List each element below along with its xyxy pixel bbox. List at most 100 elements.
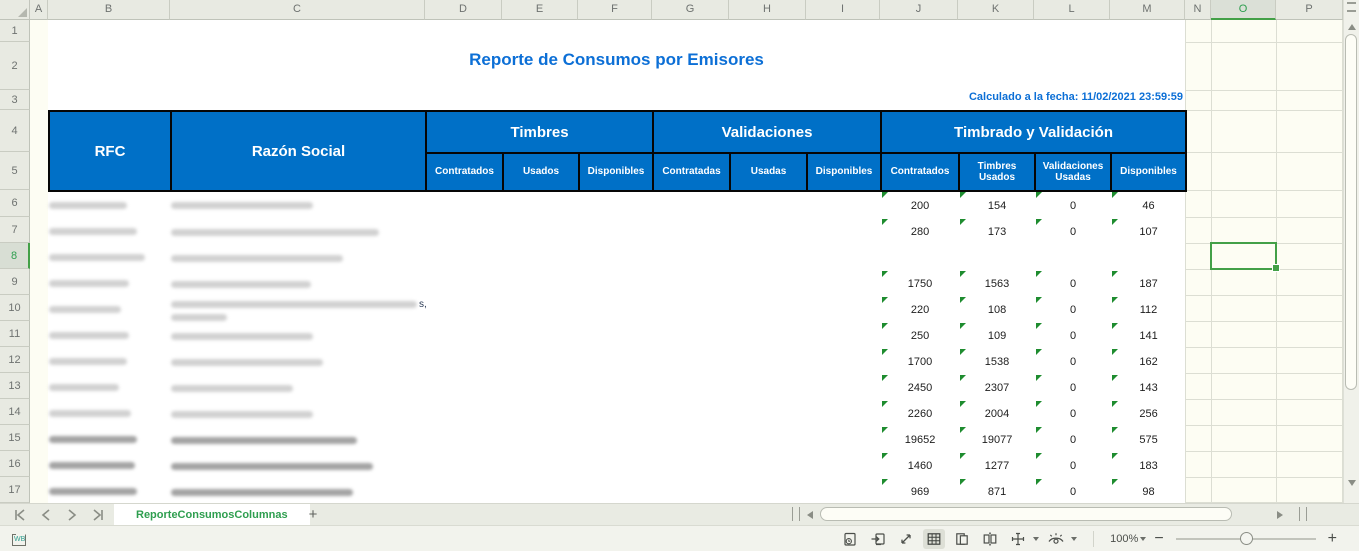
cell-empty[interactable]	[503, 219, 579, 245]
zoom-in-button[interactable]: +	[1320, 531, 1345, 547]
cell-tv-validaciones-usadas[interactable]: 0	[1035, 191, 1111, 219]
column-header-E[interactable]: E	[502, 0, 578, 20]
cell-empty[interactable]	[579, 245, 653, 271]
cell-empty[interactable]	[807, 271, 881, 297]
cell-empty[interactable]	[807, 453, 881, 479]
cell-rfc[interactable]	[49, 479, 171, 503]
cell-empty[interactable]	[807, 245, 881, 271]
cell-empty[interactable]	[653, 297, 730, 323]
cell-tv-contratados[interactable]: 2260	[881, 401, 959, 427]
active-cell-selection[interactable]	[1210, 242, 1277, 270]
row-header-6[interactable]: 6	[0, 190, 30, 217]
cell-tv-timbres-usados[interactable]: 2307	[959, 375, 1035, 401]
cell-rfc[interactable]	[49, 271, 171, 297]
row-header-17[interactable]: 17	[0, 477, 30, 503]
cell-tv-contratados[interactable]: 1750	[881, 271, 959, 297]
row-header-5[interactable]: 5	[0, 152, 30, 190]
cell-empty[interactable]	[503, 427, 579, 453]
cell-empty[interactable]	[807, 375, 881, 401]
hscroll-thumb[interactable]	[820, 507, 1232, 521]
cell-empty[interactable]	[807, 479, 881, 503]
select-all-corner[interactable]	[0, 0, 30, 20]
page-break-preview-icon[interactable]	[951, 529, 973, 549]
cell-tv-disponibles[interactable]: 187	[1111, 271, 1186, 297]
cell-tv-timbres-usados[interactable]	[959, 245, 1035, 271]
cell-empty[interactable]	[579, 219, 653, 245]
zoom-out-button[interactable]: −	[1146, 531, 1171, 547]
cell-tv-timbres-usados[interactable]: 2004	[959, 401, 1035, 427]
next-sheet-button[interactable]	[60, 504, 84, 525]
cell-empty[interactable]	[579, 271, 653, 297]
row-header-12[interactable]: 12	[0, 347, 30, 373]
cell-tv-disponibles[interactable]: 575	[1111, 427, 1186, 453]
fill-handle[interactable]	[1272, 264, 1280, 272]
cell-empty[interactable]	[807, 191, 881, 219]
cell-tv-validaciones-usadas[interactable]: 0	[1035, 323, 1111, 349]
cell-tv-disponibles[interactable]: 112	[1111, 297, 1186, 323]
previous-sheet-button[interactable]	[34, 504, 58, 525]
cell-tv-validaciones-usadas[interactable]: 0	[1035, 349, 1111, 375]
column-header-B[interactable]: B	[48, 0, 170, 20]
cell-tv-disponibles[interactable]: 141	[1111, 323, 1186, 349]
normal-view-icon[interactable]	[923, 529, 945, 549]
cell-empty[interactable]	[503, 349, 579, 375]
cell-tv-disponibles[interactable]: 162	[1111, 349, 1186, 375]
cell-razon-social[interactable]: s,	[171, 297, 426, 323]
cell-empty[interactable]	[653, 323, 730, 349]
hscroll-right-grip[interactable]	[1299, 507, 1307, 521]
cell-razon-social[interactable]	[171, 323, 426, 349]
cell-tv-timbres-usados[interactable]: 871	[959, 479, 1035, 503]
cell-empty[interactable]	[426, 453, 503, 479]
cell-empty[interactable]	[730, 375, 807, 401]
cell-razon-social[interactable]	[171, 245, 426, 271]
cell-empty[interactable]	[426, 271, 503, 297]
cell-tv-disponibles[interactable]: 183	[1111, 453, 1186, 479]
cell-empty[interactable]	[503, 479, 579, 503]
cell-razon-social[interactable]	[171, 219, 426, 245]
hscroll-right-arrow[interactable]	[1277, 511, 1283, 519]
cell-empty[interactable]	[730, 323, 807, 349]
cell-rfc[interactable]	[49, 245, 171, 271]
cell-tv-timbres-usados[interactable]: 1277	[959, 453, 1035, 479]
cell-empty[interactable]	[730, 401, 807, 427]
column-header-O[interactable]: O	[1211, 0, 1276, 20]
row-header-8[interactable]: 8	[0, 243, 30, 269]
cell-empty[interactable]	[653, 401, 730, 427]
cell-empty[interactable]	[730, 453, 807, 479]
cell-empty[interactable]	[579, 375, 653, 401]
cell-tv-validaciones-usadas[interactable]: 0	[1035, 297, 1111, 323]
cell-empty[interactable]	[503, 245, 579, 271]
cell-rfc[interactable]	[49, 349, 171, 375]
cell-tv-validaciones-usadas[interactable]: 0	[1035, 375, 1111, 401]
cell-empty[interactable]	[653, 349, 730, 375]
column-header-J[interactable]: J	[880, 0, 958, 20]
vscroll-split-handle[interactable]	[1347, 2, 1356, 12]
cell-empty[interactable]	[807, 297, 881, 323]
fullscreen-icon[interactable]	[895, 529, 917, 549]
cell-tv-timbres-usados[interactable]: 1563	[959, 271, 1035, 297]
column-header-C[interactable]: C	[170, 0, 425, 20]
cell-tv-contratados[interactable]: 280	[881, 219, 959, 245]
sheet-canvas[interactable]: Reporte de Consumos por Emisores Calcula…	[30, 20, 1343, 503]
cell-empty[interactable]	[503, 453, 579, 479]
vscroll-up-arrow[interactable]	[1348, 24, 1356, 30]
column-header-N[interactable]: N	[1185, 0, 1211, 20]
column-header-D[interactable]: D	[425, 0, 502, 20]
cell-empty[interactable]	[426, 323, 503, 349]
cell-rfc[interactable]	[49, 191, 171, 219]
freeze-panes-icon[interactable]	[1007, 529, 1029, 549]
cell-tv-timbres-usados[interactable]: 109	[959, 323, 1035, 349]
cell-rfc[interactable]	[49, 323, 171, 349]
row-header-13[interactable]: 13	[0, 373, 30, 399]
cell-tv-disponibles[interactable]	[1111, 245, 1186, 271]
page-layout-icon[interactable]	[867, 529, 889, 549]
cell-empty[interactable]	[807, 401, 881, 427]
cell-tv-contratados[interactable]: 19652	[881, 427, 959, 453]
cell-empty[interactable]	[730, 271, 807, 297]
cell-razon-social[interactable]	[171, 271, 426, 297]
cell-tv-contratados[interactable]: 220	[881, 297, 959, 323]
sheet-tab-active[interactable]: ReporteConsumosColumnas	[114, 504, 310, 525]
freeze-panes-caret-icon[interactable]	[1033, 537, 1039, 541]
row-header-7[interactable]: 7	[0, 217, 30, 243]
row-header-11[interactable]: 11	[0, 321, 30, 347]
